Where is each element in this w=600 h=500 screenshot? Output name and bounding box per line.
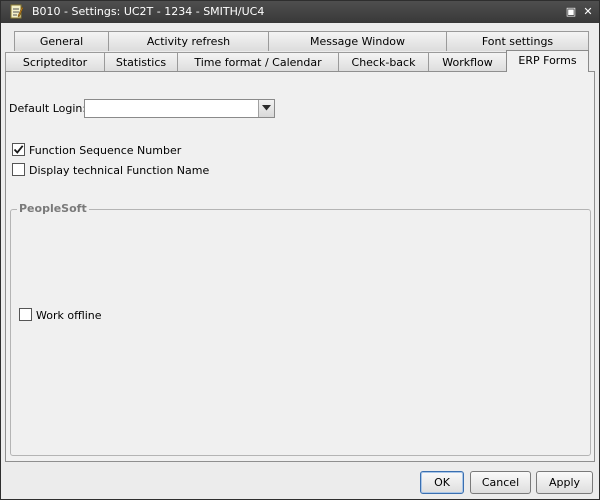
display-technical-checkbox[interactable]: [12, 163, 25, 176]
window-title: B010 - Settings: UC2T - 1234 - SMITH/UC4: [32, 5, 265, 18]
apply-button[interactable]: Apply: [536, 471, 593, 494]
dropdown-button[interactable]: [258, 100, 274, 117]
tab-statistics[interactable]: Statistics: [104, 52, 178, 72]
settings-dialog: B010 - Settings: UC2T - 1234 - SMITH/UC4…: [0, 0, 600, 500]
tab-erp-forms[interactable]: ERP Forms: [506, 50, 589, 72]
tab-check-back[interactable]: Check-back: [338, 52, 429, 72]
restore-button[interactable]: ▣: [563, 4, 579, 20]
default-login-label: Default Login:: [9, 102, 87, 115]
settings-document-icon: [10, 4, 24, 19]
function-sequence-label[interactable]: Function Sequence Number: [29, 144, 181, 157]
tab-workflow[interactable]: Workflow: [428, 52, 507, 72]
tab-general[interactable]: General: [14, 31, 109, 51]
function-sequence-checkbox[interactable]: [12, 143, 25, 156]
ok-button[interactable]: OK: [420, 471, 464, 494]
work-offline-label[interactable]: Work offline: [36, 309, 102, 322]
erp-forms-panel: Default Login: Function Sequence Number …: [5, 71, 595, 462]
tab-font-settings[interactable]: Font settings: [446, 31, 589, 51]
tab-time-format-calendar[interactable]: Time format / Calendar: [177, 52, 339, 72]
tab-activity-refresh[interactable]: Activity refresh: [108, 31, 269, 51]
peoplesoft-group-title: PeopleSoft: [17, 202, 89, 215]
tab-message-window[interactable]: Message Window: [268, 31, 447, 51]
title-bar[interactable]: B010 - Settings: UC2T - 1234 - SMITH/UC4…: [1, 1, 599, 23]
default-login-combobox[interactable]: [84, 99, 275, 118]
work-offline-checkbox[interactable]: [19, 308, 32, 321]
close-button[interactable]: ✕: [580, 4, 596, 20]
cancel-button[interactable]: Cancel: [470, 471, 531, 494]
peoplesoft-group: PeopleSoft Work offline: [10, 202, 591, 456]
display-technical-label[interactable]: Display technical Function Name: [29, 164, 209, 177]
tab-scripteditor[interactable]: Scripteditor: [5, 52, 105, 72]
